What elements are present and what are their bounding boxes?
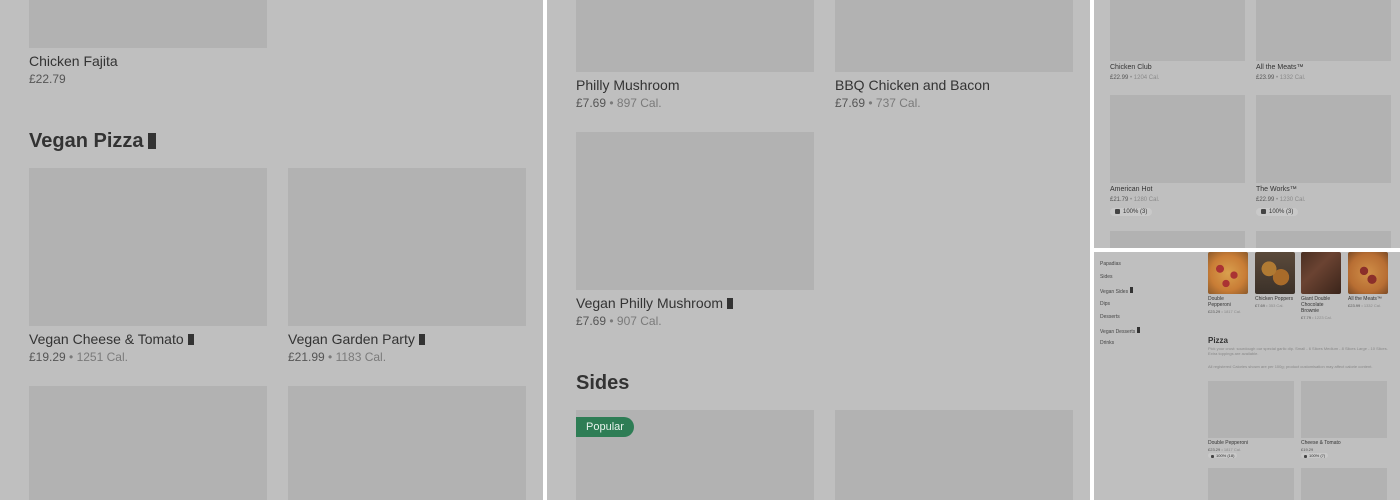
double-pepperoni-image[interactable]: [1208, 381, 1294, 438]
pizza-description: Pick your crust: sourdough our special g…: [1208, 346, 1388, 356]
american-hot-price: £21.79 • 1280 Cal.: [1110, 197, 1160, 203]
menu-item-image[interactable]: [29, 386, 267, 500]
rating-badge: 100% (7): [1301, 453, 1329, 458]
menu-item-image[interactable]: [1301, 468, 1387, 500]
thumbs-up-icon: [1115, 209, 1120, 214]
menu-item-image[interactable]: [288, 386, 526, 500]
featured-name[interactable]: All the Meats™: [1348, 296, 1382, 302]
double-pepperoni-price: £23.29 • 1817 Cal.: [1208, 447, 1241, 452]
featured-price: £23.99 • 1332 Cal.: [1348, 303, 1381, 308]
section-title-sides: Sides: [576, 372, 630, 394]
chicken-club-image[interactable]: [1110, 0, 1245, 61]
the-works-price: £22.99 • 1230 Cal.: [1256, 197, 1306, 203]
vegan-garden-party-image[interactable]: [288, 168, 526, 326]
the-works-name[interactable]: The Works™: [1256, 186, 1297, 193]
nav-item-vegan-desserts[interactable]: Vegan Desserts: [1100, 327, 1141, 335]
nav-item-drinks[interactable]: Drinks: [1100, 340, 1114, 346]
chicken-fajita-price: £22.79: [29, 72, 66, 86]
rating-badge: 100% (3): [1110, 208, 1153, 216]
vegan-garden-party-name[interactable]: Vegan Garden Party: [288, 331, 425, 347]
vegan-leaf-icon: [1130, 287, 1134, 293]
double-pepperoni-image[interactable]: [1208, 252, 1248, 294]
thumbs-up-icon: [1211, 455, 1214, 458]
cheese-tomato-price: £19.29: [1301, 447, 1314, 452]
menu-item-image[interactable]: [1110, 231, 1245, 248]
all-the-meats-price: £23.99 • 1332 Cal.: [1256, 75, 1306, 81]
menu-panel-overview: Papadias Sides Vegan Sides Dips Desserts…: [1094, 252, 1400, 500]
american-hot-name[interactable]: American Hot: [1110, 186, 1152, 193]
all-the-meats-image[interactable]: [1348, 252, 1388, 294]
featured-name[interactable]: Giant Double Chocolate Brownie: [1301, 296, 1341, 314]
philly-mushroom-price: £7.69 • 897 Cal.: [576, 96, 662, 110]
nav-item-dips[interactable]: Dips: [1100, 301, 1110, 307]
nav-item-sides[interactable]: Sides: [1100, 274, 1113, 280]
chicken-fajita-image[interactable]: [29, 0, 267, 48]
chicken-club-name[interactable]: Chicken Club: [1110, 64, 1152, 71]
menu-item-image[interactable]: [1256, 231, 1391, 248]
rating-badge: 100% (18): [1208, 453, 1238, 458]
all-the-meats-name[interactable]: All the Meats™: [1256, 64, 1303, 71]
bbq-chicken-bacon-price: £7.69 • 737 Cal.: [835, 96, 921, 110]
all-the-meats-image[interactable]: [1256, 0, 1391, 61]
menu-panel-sides: Philly Mushroom £7.69 • 897 Cal. BBQ Chi…: [547, 0, 1090, 500]
vegan-cheese-tomato-price: £19.29 • 1251 Cal.: [29, 350, 128, 364]
nav-item-desserts[interactable]: Desserts: [1100, 314, 1120, 320]
vegan-leaf-icon: [727, 298, 734, 309]
thumbs-up-icon: [1304, 455, 1307, 458]
vegan-leaf-icon: [147, 133, 156, 149]
double-pepperoni-name[interactable]: Double Pepperoni: [1208, 440, 1248, 446]
philly-mushroom-image[interactable]: [576, 0, 814, 72]
featured-name[interactable]: Double Pepperoni: [1208, 296, 1248, 308]
thumbs-up-icon: [1261, 209, 1266, 214]
american-hot-image[interactable]: [1110, 95, 1245, 183]
the-works-image[interactable]: [1256, 95, 1391, 183]
featured-price: £7.79 • 1223 Cal.: [1301, 315, 1332, 320]
section-title-vegan-pizza: Vegan Pizza: [29, 130, 156, 153]
brownie-image[interactable]: [1301, 252, 1341, 294]
section-title-pizza: Pizza: [1208, 336, 1229, 345]
nav-item-papadias[interactable]: Papadias: [1100, 261, 1121, 267]
cheese-tomato-image[interactable]: [1301, 381, 1387, 438]
philly-mushroom-name[interactable]: Philly Mushroom: [576, 77, 679, 93]
sides-item-image[interactable]: [835, 410, 1073, 500]
featured-name[interactable]: Chicken Poppers: [1255, 296, 1293, 302]
vegan-leaf-icon: [187, 334, 194, 345]
vegan-cheese-tomato-name[interactable]: Vegan Cheese & Tomato: [29, 331, 194, 347]
menu-item-image[interactable]: [1208, 468, 1294, 500]
chicken-poppers-image[interactable]: [1255, 252, 1295, 294]
menu-panel-pizza-grid: Chicken Club £22.99 • 1204 Cal. All the …: [1094, 0, 1400, 248]
cheese-tomato-name[interactable]: Cheese & Tomato: [1301, 440, 1341, 446]
vegan-philly-mushroom-name[interactable]: Vegan Philly Mushroom: [576, 295, 734, 311]
vegan-philly-mushroom-image[interactable]: [576, 132, 814, 290]
vegan-garden-party-price: £21.99 • 1183 Cal.: [288, 350, 387, 364]
bbq-chicken-bacon-name[interactable]: BBQ Chicken and Bacon: [835, 77, 990, 93]
rating-badge: 100% (3): [1256, 208, 1299, 216]
vegan-leaf-icon: [1137, 327, 1141, 333]
menu-panel-vegan-pizza: Chicken Fajita £22.79 Vegan Pizza Vegan …: [0, 0, 543, 500]
vegan-philly-mushroom-price: £7.69 • 907 Cal.: [576, 314, 662, 328]
featured-price: £23.29 • 1817 Cal.: [1208, 309, 1241, 314]
bbq-chicken-bacon-image[interactable]: [835, 0, 1073, 72]
chicken-fajita-name[interactable]: Chicken Fajita: [29, 53, 118, 69]
vegan-cheese-tomato-image[interactable]: [29, 168, 267, 326]
nav-item-vegan-sides[interactable]: Vegan Sides: [1100, 287, 1134, 295]
chicken-club-price: £22.99 • 1204 Cal.: [1110, 75, 1160, 81]
featured-price: £7.69 • 353 Cal.: [1255, 303, 1284, 308]
calorie-note: All registered Calories shown are per 10…: [1208, 364, 1373, 369]
popular-badge: Popular: [576, 417, 634, 437]
vegan-leaf-icon: [418, 334, 425, 345]
